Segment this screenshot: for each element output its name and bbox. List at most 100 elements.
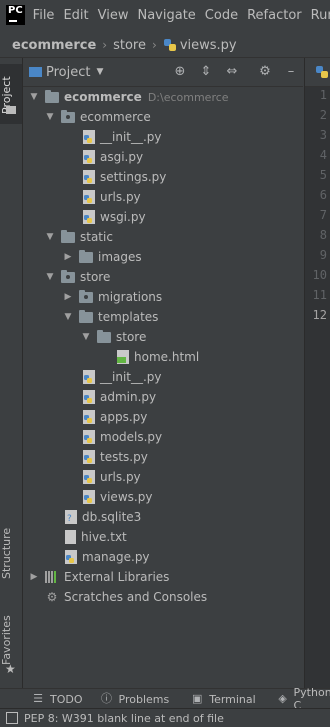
status-bar: PEP 8: W391 blank line at end of file xyxy=(0,708,330,727)
menu-code[interactable]: Code xyxy=(205,8,238,23)
tree-item-file[interactable]: views.py xyxy=(83,487,152,507)
chevron-down-icon[interactable]: ▼ xyxy=(45,272,55,282)
menu-navigate[interactable]: Navigate xyxy=(137,8,195,23)
breadcrumb-store[interactable]: store xyxy=(113,38,146,53)
line-number: 6 xyxy=(319,188,327,202)
collapse-all-icon[interactable]: ⇔ xyxy=(224,64,240,80)
library-icon xyxy=(45,571,59,583)
tab-project[interactable]: Project xyxy=(0,64,22,124)
scratches-icon: ⚙ xyxy=(46,590,58,604)
tree-item-folder[interactable]: ▼ store xyxy=(81,327,146,347)
python-file-icon xyxy=(83,150,95,164)
problems-icon: ⓘ xyxy=(101,692,113,705)
tree-item-file[interactable]: urls.py xyxy=(83,187,141,207)
tree-item-file[interactable]: settings.py xyxy=(83,167,166,187)
project-panel-title[interactable]: Project xyxy=(46,65,90,80)
folder-icon xyxy=(45,89,59,103)
current-line-number: 12 xyxy=(312,308,327,322)
tree-item-file[interactable]: hive.txt xyxy=(65,527,127,547)
python-file-icon xyxy=(83,450,95,464)
tree-item-folder[interactable]: ▶ migrations xyxy=(63,287,162,307)
project-folder-icon xyxy=(29,67,42,77)
tree-item-scratches[interactable]: ⚙ Scratches and Consoles xyxy=(45,587,208,607)
chevron-down-icon[interactable]: ▼ xyxy=(96,67,103,77)
tree-item-file[interactable]: wsgi.py xyxy=(83,207,146,227)
chevron-down-icon[interactable]: ▼ xyxy=(29,92,39,102)
editor-tab[interactable] xyxy=(305,58,330,87)
left-tool-strip: Project Structure Favorites ★ xyxy=(0,58,23,688)
tree-item-external-libraries[interactable]: ▶ External Libraries xyxy=(29,567,170,587)
tree-item-root[interactable]: ▼ ecommerce D:\ecommerce xyxy=(29,87,229,107)
text-file-icon xyxy=(65,530,76,544)
tree-item-package[interactable]: ▼ store xyxy=(45,267,110,287)
tree-item-file[interactable]: models.py xyxy=(83,427,162,447)
tree-item-file[interactable]: ? db.sqlite3 xyxy=(65,507,141,527)
tab-favorites[interactable]: Favorites xyxy=(0,610,22,670)
menu-edit[interactable]: Edit xyxy=(63,8,88,23)
tool-todo[interactable]: ☰ TODO xyxy=(32,692,82,706)
tree-item-file[interactable]: asgi.py xyxy=(83,147,143,167)
python-file-icon xyxy=(83,370,95,384)
pycharm-logo-icon[interactable]: PC xyxy=(6,5,25,25)
package-icon xyxy=(61,109,75,123)
chevron-down-icon[interactable]: ▼ xyxy=(63,312,73,322)
breadcrumb-separator-icon: › xyxy=(152,38,157,52)
line-number: 3 xyxy=(319,128,327,142)
python-file-icon xyxy=(83,430,95,444)
breadcrumb-separator-icon: › xyxy=(102,38,108,52)
breadcrumb-project[interactable]: ecommerce xyxy=(12,38,96,53)
expand-all-icon[interactable]: ⇕ xyxy=(198,64,214,80)
editor-gutter: 1 2 3 4 5 6 7 8 9 10 11 12 xyxy=(304,58,330,688)
tree-item-folder[interactable]: ▶ images xyxy=(63,247,142,267)
chevron-right-icon[interactable]: ▶ xyxy=(63,292,73,302)
line-number: 2 xyxy=(319,108,327,122)
chevron-down-icon[interactable]: ▼ xyxy=(45,232,55,242)
tree-item-file[interactable]: __init__.py xyxy=(83,127,162,147)
python-file-icon xyxy=(83,390,95,404)
chevron-right-icon[interactable]: ▶ xyxy=(63,252,73,262)
chevron-down-icon[interactable]: ▼ xyxy=(81,332,91,342)
chevron-down-icon[interactable]: ▼ xyxy=(45,112,55,122)
folder-icon xyxy=(79,309,93,323)
tree-item-file[interactable]: admin.py xyxy=(83,387,156,407)
tree-item-file[interactable]: manage.py xyxy=(65,547,150,567)
tree-item-file[interactable]: home.html xyxy=(117,347,199,367)
hide-icon[interactable]: – xyxy=(283,64,299,80)
menu-view[interactable]: View xyxy=(98,8,129,23)
status-message: PEP 8: W391 blank line at end of file xyxy=(24,711,224,725)
tree-item-file[interactable]: tests.py xyxy=(83,447,148,467)
line-number: 5 xyxy=(319,168,327,182)
list-icon: ☰ xyxy=(33,692,43,705)
python-file-icon xyxy=(83,470,95,484)
tool-terminal[interactable]: ▣ Terminal xyxy=(191,693,256,706)
python-file-icon xyxy=(83,130,95,144)
tree-item-folder[interactable]: ▼ static xyxy=(45,227,113,247)
tab-structure[interactable]: Structure xyxy=(0,523,22,583)
tool-problems[interactable]: ⓘ Problems xyxy=(101,692,169,706)
project-panel-header: Project ▼ ⊕ ⇕ ⇔ ⚙ – xyxy=(23,58,303,87)
menu-file[interactable]: File xyxy=(33,8,55,23)
menu-bar: PC File Edit View Navigate Code Refactor… xyxy=(0,0,330,30)
chevron-right-icon[interactable]: ▶ xyxy=(29,572,39,582)
folder-icon xyxy=(97,329,111,343)
tree-item-file[interactable]: apps.py xyxy=(83,407,147,427)
gear-icon[interactable]: ⚙ xyxy=(257,64,273,80)
bottom-tool-bar: ☰ TODO ⓘ Problems ▣ Terminal ◈ Python C xyxy=(0,686,330,712)
status-toggle-icon[interactable] xyxy=(6,712,18,724)
python-file-icon xyxy=(83,410,95,424)
python-file-icon xyxy=(83,490,95,504)
tree-item-file[interactable]: urls.py xyxy=(83,467,141,487)
html-file-icon xyxy=(117,350,129,364)
python-file-icon xyxy=(83,190,95,204)
tree-item-file[interactable]: __init__.py xyxy=(83,367,162,387)
locate-icon[interactable]: ⊕ xyxy=(172,64,188,80)
line-number: 9 xyxy=(319,248,327,262)
menu-refactor[interactable]: Refactor xyxy=(247,8,302,23)
python-console-icon: ◈ xyxy=(278,692,287,705)
tree-item-package[interactable]: ▼ ecommerce xyxy=(45,107,151,127)
tree-item-folder[interactable]: ▼ templates xyxy=(63,307,158,327)
python-file-icon xyxy=(316,66,328,78)
menu-run[interactable]: Run xyxy=(311,8,330,23)
python-file-icon xyxy=(83,170,95,184)
breadcrumb-file[interactable]: views.py xyxy=(180,38,237,53)
